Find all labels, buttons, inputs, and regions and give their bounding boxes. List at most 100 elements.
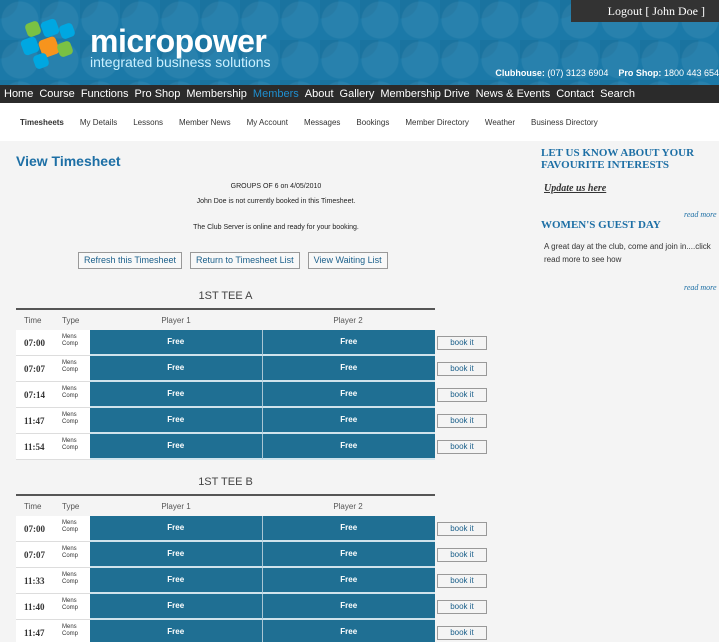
main-nav-item-gallery[interactable]: Gallery bbox=[340, 88, 375, 100]
main-nav-item-membership-drive[interactable]: Membership Drive bbox=[380, 88, 469, 100]
book-it-button[interactable]: book it bbox=[437, 522, 487, 536]
proshop-label: Pro Shop: bbox=[618, 68, 662, 78]
comp-type-line2: Comp bbox=[62, 367, 79, 373]
book-it-button[interactable]: book it bbox=[437, 574, 487, 588]
guest-day-heading: WOMEN'S GUEST DAY bbox=[541, 219, 661, 231]
sub-nav-item-member-directory[interactable]: Member Directory bbox=[405, 118, 469, 127]
view-waiting-list-button[interactable]: View Waiting List bbox=[307, 252, 388, 269]
clubhouse-phone: (07) 3123 6904 bbox=[547, 68, 609, 78]
micropower-logo-icon[interactable] bbox=[20, 18, 80, 70]
main-nav-item-search[interactable]: Search bbox=[600, 88, 635, 100]
sub-nav-item-bookings[interactable]: Bookings bbox=[356, 118, 389, 127]
main-nav-item-about[interactable]: About bbox=[305, 88, 334, 100]
book-it-button[interactable]: book it bbox=[437, 548, 487, 562]
player-2-slot[interactable]: Free bbox=[262, 542, 435, 568]
player-2-slot[interactable]: Free bbox=[262, 434, 435, 460]
book-it-button[interactable]: book it bbox=[437, 600, 487, 614]
player-1-slot[interactable]: Free bbox=[90, 330, 263, 356]
comp-type-line2: Comp bbox=[62, 341, 79, 347]
comp-type: Mens Comp bbox=[62, 620, 90, 642]
player-2-slot[interactable]: Free bbox=[262, 620, 435, 642]
guest-day-text: A great day at the club, come and join i… bbox=[544, 242, 711, 264]
sub-nav-item-lessons[interactable]: Lessons bbox=[133, 118, 163, 127]
table-row: 07:14 Mens Comp Free Free book it bbox=[16, 382, 487, 408]
player-2-slot[interactable]: Free bbox=[262, 516, 435, 542]
sub-nav-item-business-directory[interactable]: Business Directory bbox=[531, 118, 598, 127]
comp-type-line2: Comp bbox=[62, 419, 79, 425]
update-us-link[interactable]: Update us here bbox=[544, 183, 606, 194]
tee-time: 07:07 bbox=[16, 356, 62, 382]
main-nav-item-functions[interactable]: Functions bbox=[81, 88, 129, 100]
comp-type-line2: Comp bbox=[62, 605, 79, 611]
player-1-slot[interactable]: Free bbox=[90, 568, 263, 594]
sub-nav-item-messages[interactable]: Messages bbox=[304, 118, 340, 127]
main-nav-item-home[interactable]: Home bbox=[4, 88, 33, 100]
comp-type-line2: Comp bbox=[62, 445, 79, 451]
main-nav-item-course[interactable]: Course bbox=[39, 88, 74, 100]
player-2-slot[interactable]: Free bbox=[262, 382, 435, 408]
timesheet-actions: Refresh this Timesheet Return to Timeshe… bbox=[78, 252, 396, 269]
player-1-slot[interactable]: Free bbox=[90, 542, 263, 568]
comp-type: Mens Comp bbox=[62, 434, 90, 460]
player-1-slot[interactable]: Free bbox=[90, 620, 263, 642]
comp-type-line2: Comp bbox=[62, 553, 79, 559]
sub-nav-item-my-details[interactable]: My Details bbox=[80, 118, 117, 127]
main-nav-item-membership[interactable]: Membership bbox=[186, 88, 247, 100]
sub-nav-item-my-account[interactable]: My Account bbox=[247, 118, 288, 127]
book-cell: book it bbox=[435, 382, 487, 408]
table-row: 07:00 Mens Comp Free Free book it bbox=[16, 516, 487, 542]
player-2-slot[interactable]: Free bbox=[262, 330, 435, 356]
comp-type: Mens Comp bbox=[62, 542, 90, 568]
book-cell: book it bbox=[435, 516, 487, 542]
book-it-button[interactable]: book it bbox=[437, 626, 487, 640]
column-header-player1: Player 1 bbox=[161, 315, 191, 325]
table-row: 07:00 Mens Comp Free Free book it bbox=[16, 330, 487, 356]
sub-nav-item-member-news[interactable]: Member News bbox=[179, 118, 231, 127]
player-1-slot[interactable]: Free bbox=[90, 594, 263, 620]
tee-time: 11:40 bbox=[16, 594, 62, 620]
refresh-timesheet-button[interactable]: Refresh this Timesheet bbox=[78, 252, 183, 269]
book-it-button[interactable]: book it bbox=[437, 440, 487, 454]
player-2-slot[interactable]: Free bbox=[262, 594, 435, 620]
comp-type-line1: Mens bbox=[62, 334, 77, 340]
main-nav-item-contact[interactable]: Contact bbox=[556, 88, 594, 100]
comp-type: Mens Comp bbox=[62, 408, 90, 434]
player-1-slot[interactable]: Free bbox=[90, 408, 263, 434]
table-row: 07:07 Mens Comp Free Free book it bbox=[16, 542, 487, 568]
logout-link[interactable]: Logout [ John Doe ] bbox=[571, 0, 719, 22]
book-cell: book it bbox=[435, 542, 487, 568]
column-header-player2: Player 2 bbox=[333, 501, 363, 511]
read-more-link-interests[interactable]: read more bbox=[684, 210, 717, 219]
booking-status: John Doe is not currently booked in this… bbox=[196, 198, 356, 205]
read-more-link-guest-day[interactable]: read more bbox=[684, 283, 717, 292]
player-1-slot[interactable]: Free bbox=[90, 382, 263, 408]
comp-type-line1: Mens bbox=[62, 520, 77, 526]
comp-type-line1: Mens bbox=[62, 546, 77, 552]
player-2-slot[interactable]: Free bbox=[262, 568, 435, 594]
tee-a-title: 1ST TEE A bbox=[198, 290, 253, 302]
player-2-slot[interactable]: Free bbox=[262, 356, 435, 382]
sub-nav-item-timesheets[interactable]: Timesheets bbox=[20, 118, 64, 127]
return-timesheet-list-button[interactable]: Return to Timesheet List bbox=[190, 252, 300, 269]
main-nav-item-members[interactable]: Members bbox=[253, 88, 299, 100]
book-it-button[interactable]: book it bbox=[437, 362, 487, 376]
tee-time: 07:00 bbox=[16, 330, 62, 356]
player-1-slot[interactable]: Free bbox=[90, 434, 263, 460]
main-nav-item-news-events[interactable]: News & Events bbox=[476, 88, 551, 100]
book-it-button[interactable]: book it bbox=[437, 414, 487, 428]
content-area: View Timesheet GROUPS OF 6 on 4/05/2010 … bbox=[0, 141, 719, 642]
comp-type-line1: Mens bbox=[62, 360, 77, 366]
main-nav-item-pro-shop[interactable]: Pro Shop bbox=[135, 88, 181, 100]
book-cell: book it bbox=[435, 408, 487, 434]
player-1-slot[interactable]: Free bbox=[90, 356, 263, 382]
book-it-button[interactable]: book it bbox=[437, 336, 487, 350]
page-title: View Timesheet bbox=[16, 153, 121, 169]
proshop-phone: 1800 443 654 bbox=[663, 68, 719, 78]
table-row: 11:47 Mens Comp Free Free book it bbox=[16, 408, 487, 434]
book-it-button[interactable]: book it bbox=[437, 388, 487, 402]
player-1-slot[interactable]: Free bbox=[90, 516, 263, 542]
sub-nav-item-weather[interactable]: Weather bbox=[485, 118, 515, 127]
player-2-slot[interactable]: Free bbox=[262, 408, 435, 434]
server-status: The Club Server is online and ready for … bbox=[193, 224, 359, 231]
tee-time: 07:14 bbox=[16, 382, 62, 408]
